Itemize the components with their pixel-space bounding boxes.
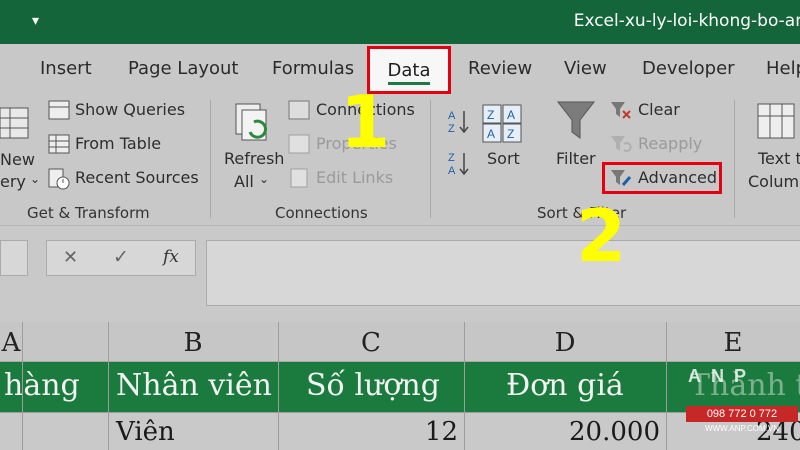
svg-text:A: A [507, 108, 515, 122]
data-cell-c[interactable]: 12 [278, 417, 458, 447]
column-header-b[interactable]: B [108, 328, 278, 358]
advanced-highlight-box [602, 162, 722, 194]
column-divider [22, 322, 23, 450]
column-divider [108, 322, 109, 450]
recent-sources-icon [48, 168, 70, 190]
sort-dialog-icon: Z A A Z [482, 104, 522, 143]
tab-view[interactable]: View [564, 58, 607, 79]
show-queries-icon [48, 100, 70, 120]
from-table-button[interactable]: From Table [75, 134, 161, 153]
svg-text:Z: Z [448, 123, 455, 134]
column-divider [666, 322, 667, 450]
sort-descending-icon[interactable]: Z A [446, 150, 470, 176]
group-label-connections: Connections [275, 204, 368, 222]
tab-help[interactable]: Help [766, 58, 800, 79]
refresh-all-chevron-icon[interactable]: ⌄ [259, 172, 269, 186]
step-1-annotation: 1 [340, 80, 391, 164]
sort-ascending-icon[interactable]: A Z [446, 108, 470, 134]
recent-sources-button[interactable]: Recent Sources [75, 168, 199, 187]
svg-text:A: A [448, 110, 456, 122]
column-divider [464, 322, 465, 450]
step-2-annotation: 2 [576, 194, 627, 278]
data-cell-b[interactable]: Viên [116, 417, 175, 447]
text-to-columns-icon [757, 103, 795, 139]
refresh-all-icon [235, 103, 267, 141]
header-cell-b[interactable]: Nhân viên [116, 368, 272, 403]
formula-input[interactable] [206, 240, 800, 306]
header-cell-c[interactable]: Số lượng [306, 368, 440, 403]
column-header-d[interactable]: D [464, 328, 666, 358]
watermark-site: WWW.ANP.COM.VN [704, 424, 780, 433]
column-headers: A B C D E [0, 322, 800, 362]
header-cell-d[interactable]: Đơn giá [506, 368, 624, 403]
tab-formulas[interactable]: Formulas [272, 58, 354, 79]
clear-filter-icon [611, 102, 631, 119]
watermark-phone: 098 772 0 772 [686, 406, 798, 422]
anp-watermark: ANP 098 772 0 772 WWW.ANP.COM.VN [686, 360, 800, 450]
clear-button[interactable]: Clear [638, 100, 680, 119]
tab-developer[interactable]: Developer [642, 58, 735, 79]
column-header-a[interactable]: A [0, 328, 22, 358]
tab-data-label: Data [387, 60, 431, 81]
watermark-logo: ANP [688, 366, 757, 386]
data-cell-d[interactable]: 20.000 [464, 417, 660, 447]
column-divider [278, 322, 279, 450]
active-tab-indicator [388, 82, 430, 85]
new-query-chevron-icon[interactable]: ⌄ [30, 172, 40, 186]
from-table-icon [48, 134, 70, 154]
column-header-e[interactable]: E [666, 328, 800, 358]
group-label-get-transform: Get & Transform [27, 204, 150, 222]
formula-bar-buttons: ✕ ✓ fx [46, 240, 196, 276]
quick-access-dropdown-icon[interactable]: ▾ [32, 12, 39, 29]
group-separator [210, 100, 211, 218]
show-queries-button[interactable]: Show Queries [75, 100, 185, 119]
cancel-entry-icon[interactable]: ✕ [63, 247, 78, 268]
text-to-columns-label-2[interactable]: Colum [748, 172, 799, 191]
refresh-all-label-1[interactable]: Refresh [224, 149, 284, 168]
tab-page-layout[interactable]: Page Layout [128, 58, 239, 79]
title-bar: ▾ Excel-xu-ly-loi-khong-bo-an [0, 0, 800, 44]
edit-links-icon [290, 168, 308, 188]
filter-icon [556, 101, 596, 139]
svg-text:Z: Z [507, 127, 514, 141]
name-box[interactable] [0, 240, 28, 276]
new-query-label-1[interactable]: New [0, 150, 35, 169]
new-query-label-2[interactable]: ery [0, 172, 26, 191]
tab-insert[interactable]: Insert [40, 58, 92, 79]
filter-button[interactable]: Filter [556, 149, 596, 168]
edit-links-button[interactable]: Edit Links [316, 168, 393, 187]
ribbon-body: New ery ⌄ Show Queries From Table Recent… [0, 94, 800, 226]
reapply-icon [611, 136, 632, 152]
group-separator [430, 100, 431, 218]
properties-icon [288, 134, 310, 154]
svg-text:A: A [487, 127, 495, 141]
header-cell-a[interactable]: hàng [4, 368, 80, 403]
connections-icon [288, 100, 310, 120]
reapply-button[interactable]: Reapply [638, 134, 702, 153]
window-title: Excel-xu-ly-loi-khong-bo-an [573, 11, 800, 31]
tab-review[interactable]: Review [468, 58, 532, 79]
svg-text:A: A [448, 165, 456, 176]
new-query-icon [0, 107, 29, 139]
text-to-columns-label-1[interactable]: Text to [758, 149, 800, 168]
svg-text:Z: Z [448, 152, 455, 164]
column-header-c[interactable]: C [278, 328, 464, 358]
confirm-entry-icon[interactable]: ✓ [113, 246, 129, 269]
refresh-all-label-2[interactable]: All [234, 172, 254, 191]
group-separator [734, 100, 735, 218]
insert-function-icon[interactable]: fx [163, 247, 179, 267]
svg-text:Z: Z [487, 108, 494, 122]
sort-button[interactable]: Sort [487, 149, 520, 168]
